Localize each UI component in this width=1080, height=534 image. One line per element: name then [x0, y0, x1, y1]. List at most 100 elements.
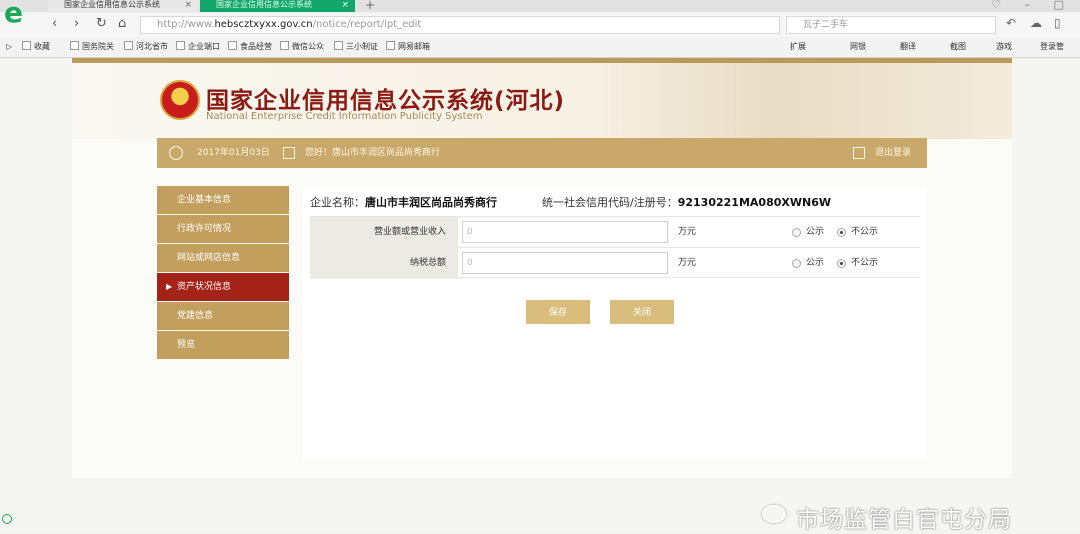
toolbar-label: 网银	[850, 42, 866, 51]
search-input[interactable]: 瓦子二手车	[786, 16, 996, 34]
credit-code-line: 统一社会信用代码/注册号：92130221MA080XWN6W	[542, 194, 831, 210]
toolbar-games[interactable]: 游戏	[996, 37, 1012, 57]
bookmark-item[interactable]: 网易邮箱	[386, 37, 430, 57]
logout-link[interactable]: 退出登录	[875, 138, 911, 168]
sidebar-toggle-icon[interactable]: ▷	[6, 37, 12, 57]
toolbar-screenshot[interactable]: 截图	[950, 37, 966, 57]
tab-bar: 国家企业信用信息公示系统 × 国家企业信用信息公示系统 × + ♡ – □	[0, 0, 1080, 12]
user-info-bar: 2017年01月03日 您好！唐山市丰润区尚品尚秀商行 退出登录	[157, 138, 927, 168]
bookmark-label: 国务院关	[82, 42, 114, 51]
user-icon	[283, 147, 295, 159]
toolbar-bank[interactable]: 网银	[850, 37, 866, 57]
tab-2-active[interactable]: 国家企业信用信息公示系统 ×	[200, 0, 355, 12]
file-icon[interactable]: ▯	[1054, 16, 1061, 30]
sidebar-item-admin-license[interactable]: 行政许可情况	[157, 215, 289, 243]
current-date: 2017年01月03日	[197, 148, 270, 158]
tax-value: 0	[467, 258, 473, 268]
sidebar-item-basic-info[interactable]: 企业基本信息	[157, 186, 289, 214]
logout-icon[interactable]	[853, 147, 865, 159]
site-subtitle: National Enterprise Credit Information P…	[206, 111, 483, 122]
url-bar[interactable]: http://www.hebscztxyxx.gov.cn/notice/rep…	[140, 16, 780, 34]
bookmark-item[interactable]: 收藏	[22, 37, 50, 57]
tax-input[interactable]: 0	[462, 252, 668, 274]
bookmark-item[interactable]: 国务院关	[70, 37, 114, 57]
bookmark-label: 收藏	[34, 42, 50, 51]
refresh-icon[interactable]: ↻	[96, 16, 107, 31]
site-title: 国家企业信用信息公示系统(河北)	[206, 88, 566, 114]
bookmark-bar: ▷ 收藏 国务院关 河北省市 企业端口 食品经营 微信公众 三小制证 网易邮箱 …	[0, 37, 1080, 57]
revenue-public-radio[interactable]	[792, 228, 801, 237]
company-name-line: 企业名称：唐山市丰润区尚品尚秀商行	[310, 194, 497, 210]
revenue-input[interactable]: 0	[462, 221, 668, 243]
tax-public-label: 公示	[806, 258, 825, 268]
url-prefix: http://www.	[157, 19, 215, 30]
tax-nonpublic-label: 不公示	[851, 258, 879, 268]
revenue-label: 营业额或营业收入	[310, 217, 458, 248]
bookmark-item[interactable]: 食品经营	[228, 37, 272, 57]
bookmark-label: 食品经营	[240, 42, 272, 51]
revenue-nonpublic-radio[interactable]	[837, 228, 846, 237]
revenue-unit: 万元	[678, 227, 697, 237]
tab-title: 国家企业信用信息公示系统	[216, 0, 312, 9]
page-icon	[334, 41, 343, 50]
toolbar-label: 游戏	[996, 42, 1012, 51]
sidebar-item-label: 资产状况信息	[177, 282, 232, 292]
page-icon	[70, 41, 79, 50]
bookmark-label: 网易邮箱	[398, 42, 430, 51]
toolbar-label: 扩展	[790, 42, 806, 51]
bookmark-item[interactable]: 微信公众	[280, 37, 324, 57]
undo-icon[interactable]: ↶	[1006, 16, 1016, 30]
sidebar-item-assets[interactable]: ▶ 资产状况信息	[157, 273, 289, 301]
sidebar-item-label: 网站或网店信息	[177, 253, 241, 263]
credit-code: 92130221MA080XWN6W	[677, 196, 831, 209]
wechat-watermark-icon	[762, 505, 786, 523]
clock-icon	[169, 146, 183, 160]
tax-label: 纳税总额	[310, 248, 458, 279]
toolbar-translate[interactable]: 翻译	[900, 37, 916, 57]
tab-title: 国家企业信用信息公示系统	[64, 0, 160, 9]
sidebar-item-label: 党建信息	[177, 311, 214, 321]
bookmark-item[interactable]: 河北省市	[124, 37, 168, 57]
home-icon[interactable]: ⌂	[118, 16, 126, 31]
close-icon[interactable]: ×	[341, 0, 349, 10]
page-icon	[228, 41, 237, 50]
window-controls[interactable]: ♡ – □	[991, 0, 1074, 11]
caret-right-icon: ▶	[166, 282, 173, 291]
company-name: 唐山市丰润区尚品尚秀商行	[365, 196, 497, 209]
status-icon	[2, 514, 12, 524]
assets-form-panel: 企业名称：唐山市丰润区尚品尚秀商行 统一社会信用代码/注册号：92130221M…	[302, 188, 927, 458]
sidebar-item-preview[interactable]: 预览	[157, 331, 289, 359]
sidebar-item-website[interactable]: 网站或网店信息	[157, 244, 289, 272]
sidebar-item-label: 企业基本信息	[177, 195, 232, 205]
toolbar-label: 截图	[950, 42, 966, 51]
new-tab-icon[interactable]: +	[365, 0, 375, 12]
bookmark-item[interactable]: 三小制证	[334, 37, 378, 57]
forward-icon[interactable]: ›	[74, 16, 79, 31]
bookmark-item[interactable]: 企业端口	[176, 37, 220, 57]
url-host: hebscztxyxx.gov.cn	[214, 19, 313, 30]
page-viewport: 国家企业信用信息公示系统(河北) National Enterprise Cre…	[0, 58, 1080, 530]
cloud-icon[interactable]: ☁	[1030, 16, 1042, 30]
browser-logo-icon: e	[4, 0, 23, 29]
star-icon	[22, 41, 31, 50]
bookmark-label: 微信公众	[292, 42, 324, 51]
national-emblem-icon	[160, 80, 200, 120]
sidebar-item-party[interactable]: 党建信息	[157, 302, 289, 330]
close-button[interactable]: 关闭	[610, 300, 674, 324]
site-container: 国家企业信用信息公示系统(河北) National Enterprise Cre…	[72, 58, 1012, 478]
toolbar-extensions[interactable]: 扩展	[790, 37, 806, 57]
save-button[interactable]: 保存	[526, 300, 590, 324]
user-greeting: 您好！唐山市丰润区尚品尚秀商行	[305, 148, 441, 158]
tax-public-radio[interactable]	[792, 259, 801, 268]
bookmark-label: 企业端口	[188, 42, 220, 51]
sidebar-item-label: 预览	[177, 340, 196, 350]
tax-nonpublic-radio[interactable]	[837, 259, 846, 268]
back-icon[interactable]: ‹	[52, 16, 57, 31]
close-icon[interactable]: ×	[184, 0, 192, 10]
tab-1[interactable]: 国家企业信用信息公示系统 ×	[48, 0, 198, 12]
browser-chrome: 国家企业信用信息公示系统 × 国家企业信用信息公示系统 × + ♡ – □ e ‹ …	[0, 0, 1080, 58]
revenue-nonpublic-label: 不公示	[851, 227, 879, 237]
form-row-revenue: 营业额或营业收入 0 万元 公示 不公示	[310, 217, 920, 248]
toolbar-login[interactable]: 登录管	[1040, 37, 1064, 57]
sidebar-menu: 企业基本信息 行政许可情况 网站或网店信息 ▶ 资产状况信息 党建信息 预览	[157, 186, 289, 360]
